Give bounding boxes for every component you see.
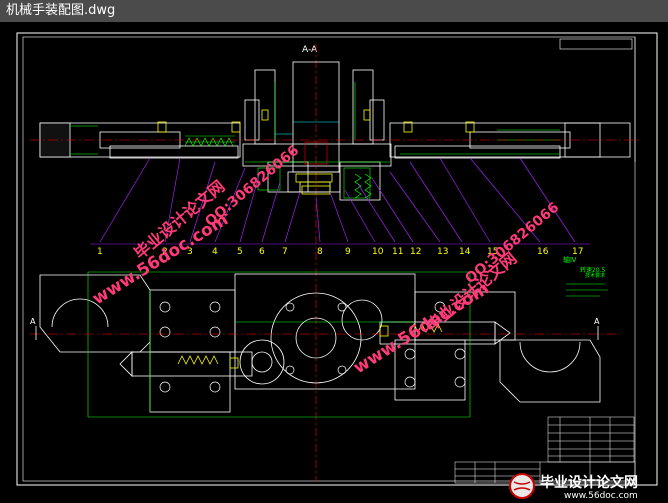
bottom-holes	[159, 301, 466, 393]
balloon-number: 16	[537, 247, 549, 257]
window-title: 机械手装配图.dwg	[6, 3, 116, 18]
section-arrows	[35, 326, 599, 340]
drawing-frame-inner	[22, 36, 636, 482]
watermarks: www.56doc.com 毕业设计论文网 QQ:306826066 www.5…	[89, 143, 562, 379]
top-cyan-parts	[275, 121, 339, 135]
note-lines	[566, 283, 608, 297]
parts-list-table	[547, 416, 635, 463]
bottom-assembly	[39, 273, 601, 413]
top-assembly	[39, 61, 631, 201]
section-mark-left: A	[30, 317, 36, 326]
cad-drawing: A-A 1 2 3 4 5 6 7 8 9 10 11 12 13 14 15 …	[16, 32, 658, 486]
watermark-qq-2: QQ:306826066	[462, 200, 562, 288]
section-label: A-A	[302, 45, 318, 55]
balloon-number: 5	[237, 247, 243, 257]
logo-text: 毕业设计论文网	[540, 474, 638, 491]
side-label: 轴Ⅳ	[563, 255, 577, 264]
balloon-number: 9	[345, 247, 351, 257]
logo-url: www.56doc.com	[564, 491, 638, 501]
title-tag-top-right	[559, 38, 633, 50]
balloon-number: 8	[317, 247, 323, 257]
balloon-number: 6	[259, 247, 265, 257]
site-logo: 毕业设计论文网 www.56doc.com	[508, 472, 666, 501]
balloon-number: 12	[410, 247, 421, 257]
balloon-number: 10	[372, 247, 384, 257]
balloon-number: 11	[392, 247, 403, 257]
note-title: 技术要求	[585, 272, 605, 279]
balloon-number: 14	[459, 247, 471, 257]
section-mark-right: A	[594, 317, 600, 326]
logo-ball-icon	[509, 473, 535, 499]
drawing-canvas[interactable]: A-A 1 2 3 4 5 6 7 8 9 10 11 12 13 14 15 …	[0, 22, 668, 503]
balloon-number: 7	[282, 247, 288, 257]
window-titlebar: 机械手装配图.dwg	[0, 0, 668, 23]
balloon-number: 4	[212, 247, 218, 257]
balloon-number: 13	[437, 247, 448, 257]
balloon-number: 1	[97, 247, 103, 257]
